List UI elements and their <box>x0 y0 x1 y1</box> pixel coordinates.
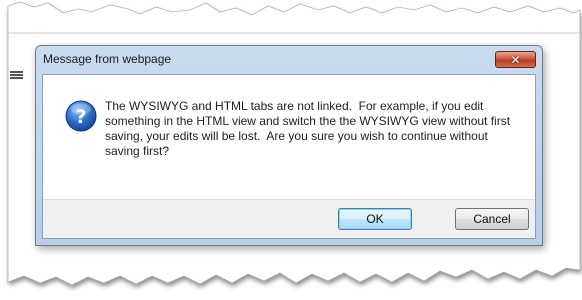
dialog-content: ? The WYSIWYG and HTML tabs are not link… <box>43 75 535 203</box>
question-icon: ? <box>65 100 97 132</box>
dialog-message: The WYSIWYG and HTML tabs are not linked… <box>105 99 514 158</box>
ok-button[interactable]: OK <box>338 208 412 230</box>
cancel-button[interactable]: Cancel <box>455 208 529 230</box>
dialog-title: Message from webpage <box>43 52 172 66</box>
close-icon: ✕ <box>510 52 521 67</box>
dialog-titlebar[interactable]: Message from webpage ✕ <box>36 46 542 74</box>
message-dialog: Message from webpage ✕ ? The WYSIWYG and… <box>35 45 543 246</box>
close-button[interactable]: ✕ <box>495 51 536 68</box>
svg-text:?: ? <box>75 106 86 128</box>
dialog-button-bar: OK Cancel <box>43 199 535 238</box>
dialog-client-area: ? The WYSIWYG and HTML tabs are not link… <box>42 74 536 239</box>
list-icon[interactable] <box>10 71 23 82</box>
